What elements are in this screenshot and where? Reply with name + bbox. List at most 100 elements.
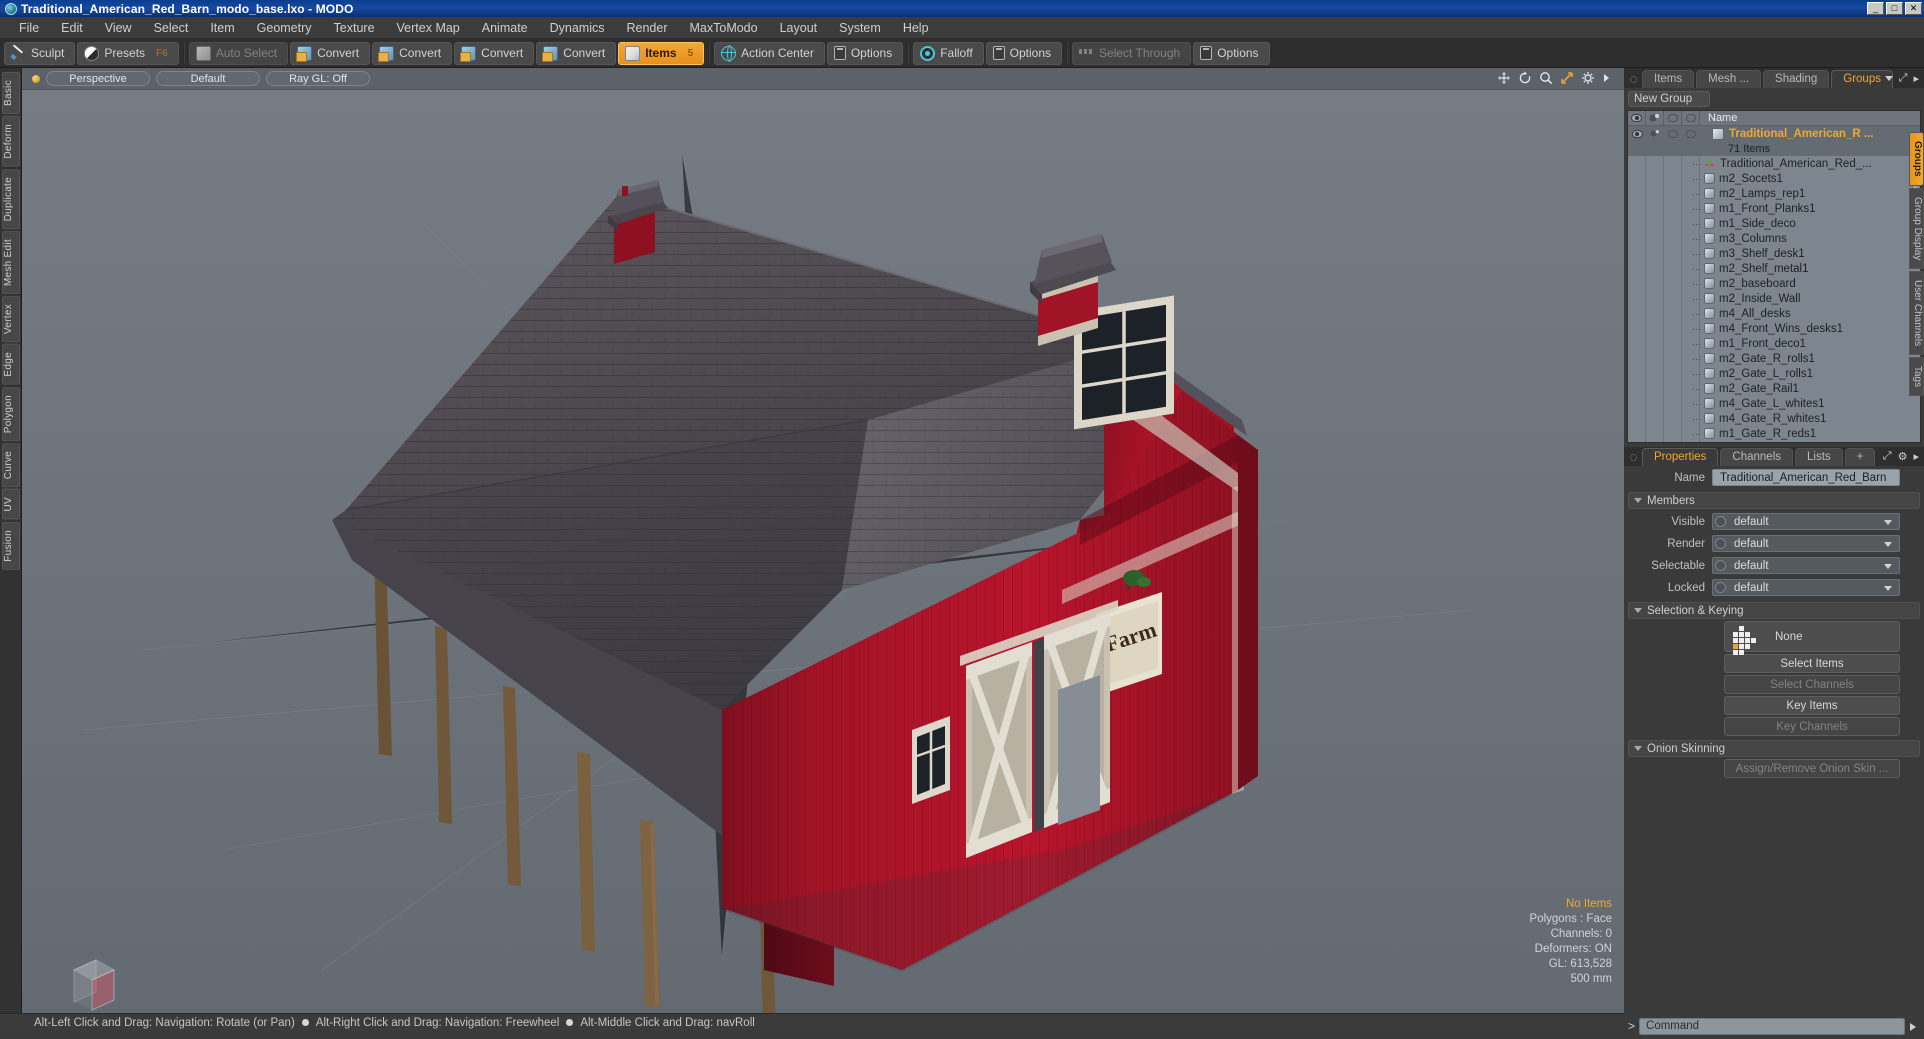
side-tab-group-display[interactable]: Group Display: [1909, 187, 1924, 269]
name-field[interactable]: Traditional_American_Red_Barn: [1712, 469, 1900, 486]
select-items-button[interactable]: Select Items: [1724, 654, 1900, 673]
viewport-menu-dot-icon[interactable]: [32, 74, 40, 83]
eye-icon[interactable]: [1631, 129, 1643, 138]
visible-combo[interactable]: default: [1712, 513, 1900, 530]
left-tab-edge[interactable]: Edge: [1, 344, 20, 385]
toolbar-convert-button[interactable]: Convert: [372, 41, 453, 65]
tab-mesh[interactable]: Mesh ...: [1696, 70, 1762, 88]
selection-set-picker[interactable]: None: [1724, 621, 1900, 655]
left-tab-curve[interactable]: Curve: [1, 443, 20, 488]
menu-item-layout[interactable]: Layout: [769, 19, 829, 37]
item-list-group-row[interactable]: Traditional_American_R ...: [1628, 126, 1920, 141]
projection-selector[interactable]: Perspective: [46, 71, 150, 86]
item-list-row[interactable]: ··· m1_Front_Planks1: [1628, 201, 1920, 216]
left-tab-duplicate[interactable]: Duplicate: [1, 168, 20, 229]
properties-tab-lists[interactable]: Lists: [1795, 448, 1843, 466]
render-circle-icon[interactable]: [1664, 111, 1682, 125]
shading-icon[interactable]: [1646, 111, 1664, 125]
menu-item-geometry[interactable]: Geometry: [246, 19, 323, 37]
move-icon[interactable]: [1497, 71, 1511, 85]
selectable-knob-icon[interactable]: [1715, 560, 1726, 571]
shading-icon[interactable]: [1646, 129, 1664, 138]
item-list-row[interactable]: ··· m2_Socets1: [1628, 171, 1920, 186]
item-list-row[interactable]: ··· m2_Lamps_rep1: [1628, 186, 1920, 201]
toolbar-convert-button[interactable]: Convert: [454, 41, 535, 65]
item-list-row[interactable]: ··· m4_All_desks: [1628, 306, 1920, 321]
toolbar-presets-button[interactable]: Presets F6: [77, 41, 179, 65]
render-circle-icon[interactable]: [1668, 129, 1678, 138]
toolbar-options-button[interactable]: Options: [985, 41, 1063, 65]
item-list-row[interactable]: ··· m2_Inside_Wall: [1628, 291, 1920, 306]
key-items-button[interactable]: Key Items: [1724, 696, 1900, 715]
selectable-combo[interactable]: default: [1712, 557, 1900, 574]
item-list-row[interactable]: ···m1_Visor1: [1628, 441, 1920, 442]
close-button[interactable]: ✕: [1905, 2, 1922, 15]
properties-menu-dot-icon[interactable]: [1630, 454, 1637, 461]
3d-viewport[interactable]: Perspective Default Ray GL: Off Farm No …: [22, 68, 1624, 1021]
side-tab-user-channels[interactable]: User Channels: [1909, 270, 1924, 356]
section-selection-keying[interactable]: Selection & Keying: [1628, 602, 1920, 619]
item-list-row[interactable]: ··· m3_Shelf_desk1: [1628, 246, 1920, 261]
left-tab-uv[interactable]: UV: [1, 489, 20, 520]
locked-knob-icon[interactable]: [1715, 582, 1726, 593]
item-list-row[interactable]: ··· m2_Gate_R_rolls1: [1628, 351, 1920, 366]
disclosure-triangle-icon[interactable]: [1634, 498, 1642, 503]
item-list-row[interactable]: ··· m2_baseboard: [1628, 276, 1920, 291]
menu-item-vertex-map[interactable]: Vertex Map: [386, 19, 471, 37]
item-list-row[interactable]: ··· m3_Columns: [1628, 231, 1920, 246]
item-list-row[interactable]: ··· m1_Gate_R_reds1: [1628, 426, 1920, 441]
menu-item-help[interactable]: Help: [892, 19, 940, 37]
side-tab-tags[interactable]: Tags: [1909, 357, 1924, 397]
gear-icon[interactable]: [1581, 71, 1595, 85]
menu-item-system[interactable]: System: [828, 19, 892, 37]
left-tab-vertex[interactable]: Vertex: [1, 296, 20, 343]
toolbar-items-button[interactable]: Items 5: [618, 41, 705, 65]
item-list-row[interactable]: ··· m4_Gate_L_whites1: [1628, 396, 1920, 411]
item-list-row[interactable]: ··· Traditional_American_Red_...: [1628, 156, 1920, 171]
new-group-button[interactable]: New Group: [1628, 91, 1710, 107]
left-tab-deform[interactable]: Deform: [1, 115, 20, 167]
menu-item-edit[interactable]: Edit: [50, 19, 94, 37]
left-tab-polygon[interactable]: Polygon: [1, 386, 20, 442]
toolbar-convert-button[interactable]: Convert: [290, 41, 371, 65]
command-input[interactable]: Command: [1639, 1017, 1905, 1035]
visible-knob-icon[interactable]: [1715, 516, 1726, 527]
fit-icon[interactable]: [1560, 71, 1574, 85]
arrow-icon[interactable]: ▸: [1913, 72, 1919, 85]
properties-tab-properties[interactable]: Properties: [1642, 448, 1719, 466]
item-list-row[interactable]: ··· m2_Shelf_metal1: [1628, 261, 1920, 276]
section-onion-skinning[interactable]: Onion Skinning: [1628, 740, 1920, 757]
toolbar-sculpt-button[interactable]: Sculpt: [4, 41, 76, 65]
menu-item-render[interactable]: Render: [616, 19, 679, 37]
left-tab-mesh-edit[interactable]: Mesh Edit: [1, 230, 20, 295]
menu-item-animate[interactable]: Animate: [471, 19, 539, 37]
eye-icon[interactable]: [1628, 111, 1646, 125]
item-list-row[interactable]: ··· m4_Front_Wins_desks1: [1628, 321, 1920, 336]
menu-item-view[interactable]: View: [94, 19, 143, 37]
menu-item-texture[interactable]: Texture: [323, 19, 386, 37]
rotate-icon[interactable]: [1518, 71, 1532, 85]
menu-item-file[interactable]: File: [8, 19, 50, 37]
menu-item-dynamics[interactable]: Dynamics: [539, 19, 616, 37]
item-list-row[interactable]: ··· m1_Side_deco: [1628, 216, 1920, 231]
properties-tab--[interactable]: +: [1844, 448, 1876, 466]
item-list[interactable]: Name Traditional_American_R ... 71 Items ·…: [1627, 110, 1921, 443]
expand-icon[interactable]: ⤢: [1899, 72, 1908, 85]
toolbar-action-center-button[interactable]: Action Center: [714, 41, 825, 65]
render-knob-icon[interactable]: [1715, 538, 1726, 549]
lock-circle-icon[interactable]: [1682, 111, 1700, 125]
toolbar-options-button[interactable]: Options: [826, 41, 904, 65]
left-tab-fusion[interactable]: Fusion: [1, 521, 20, 570]
shading-selector[interactable]: Default: [156, 71, 260, 86]
left-tab-basic[interactable]: Basic: [1, 72, 20, 114]
maximize-button[interactable]: □: [1886, 2, 1903, 15]
side-tab-groups[interactable]: Groups: [1909, 132, 1924, 186]
render-combo[interactable]: default: [1712, 535, 1900, 552]
tab-items[interactable]: Items: [1642, 70, 1695, 88]
toolbar-falloff-button[interactable]: Falloff: [913, 41, 984, 65]
chevron-down-icon[interactable]: [1884, 76, 1893, 81]
raygl-toggle[interactable]: Ray GL: Off: [266, 71, 370, 86]
gear-icon[interactable]: ⚙: [1898, 450, 1908, 463]
minimize-button[interactable]: _: [1867, 2, 1884, 15]
lock-circle-icon[interactable]: [1686, 129, 1696, 138]
